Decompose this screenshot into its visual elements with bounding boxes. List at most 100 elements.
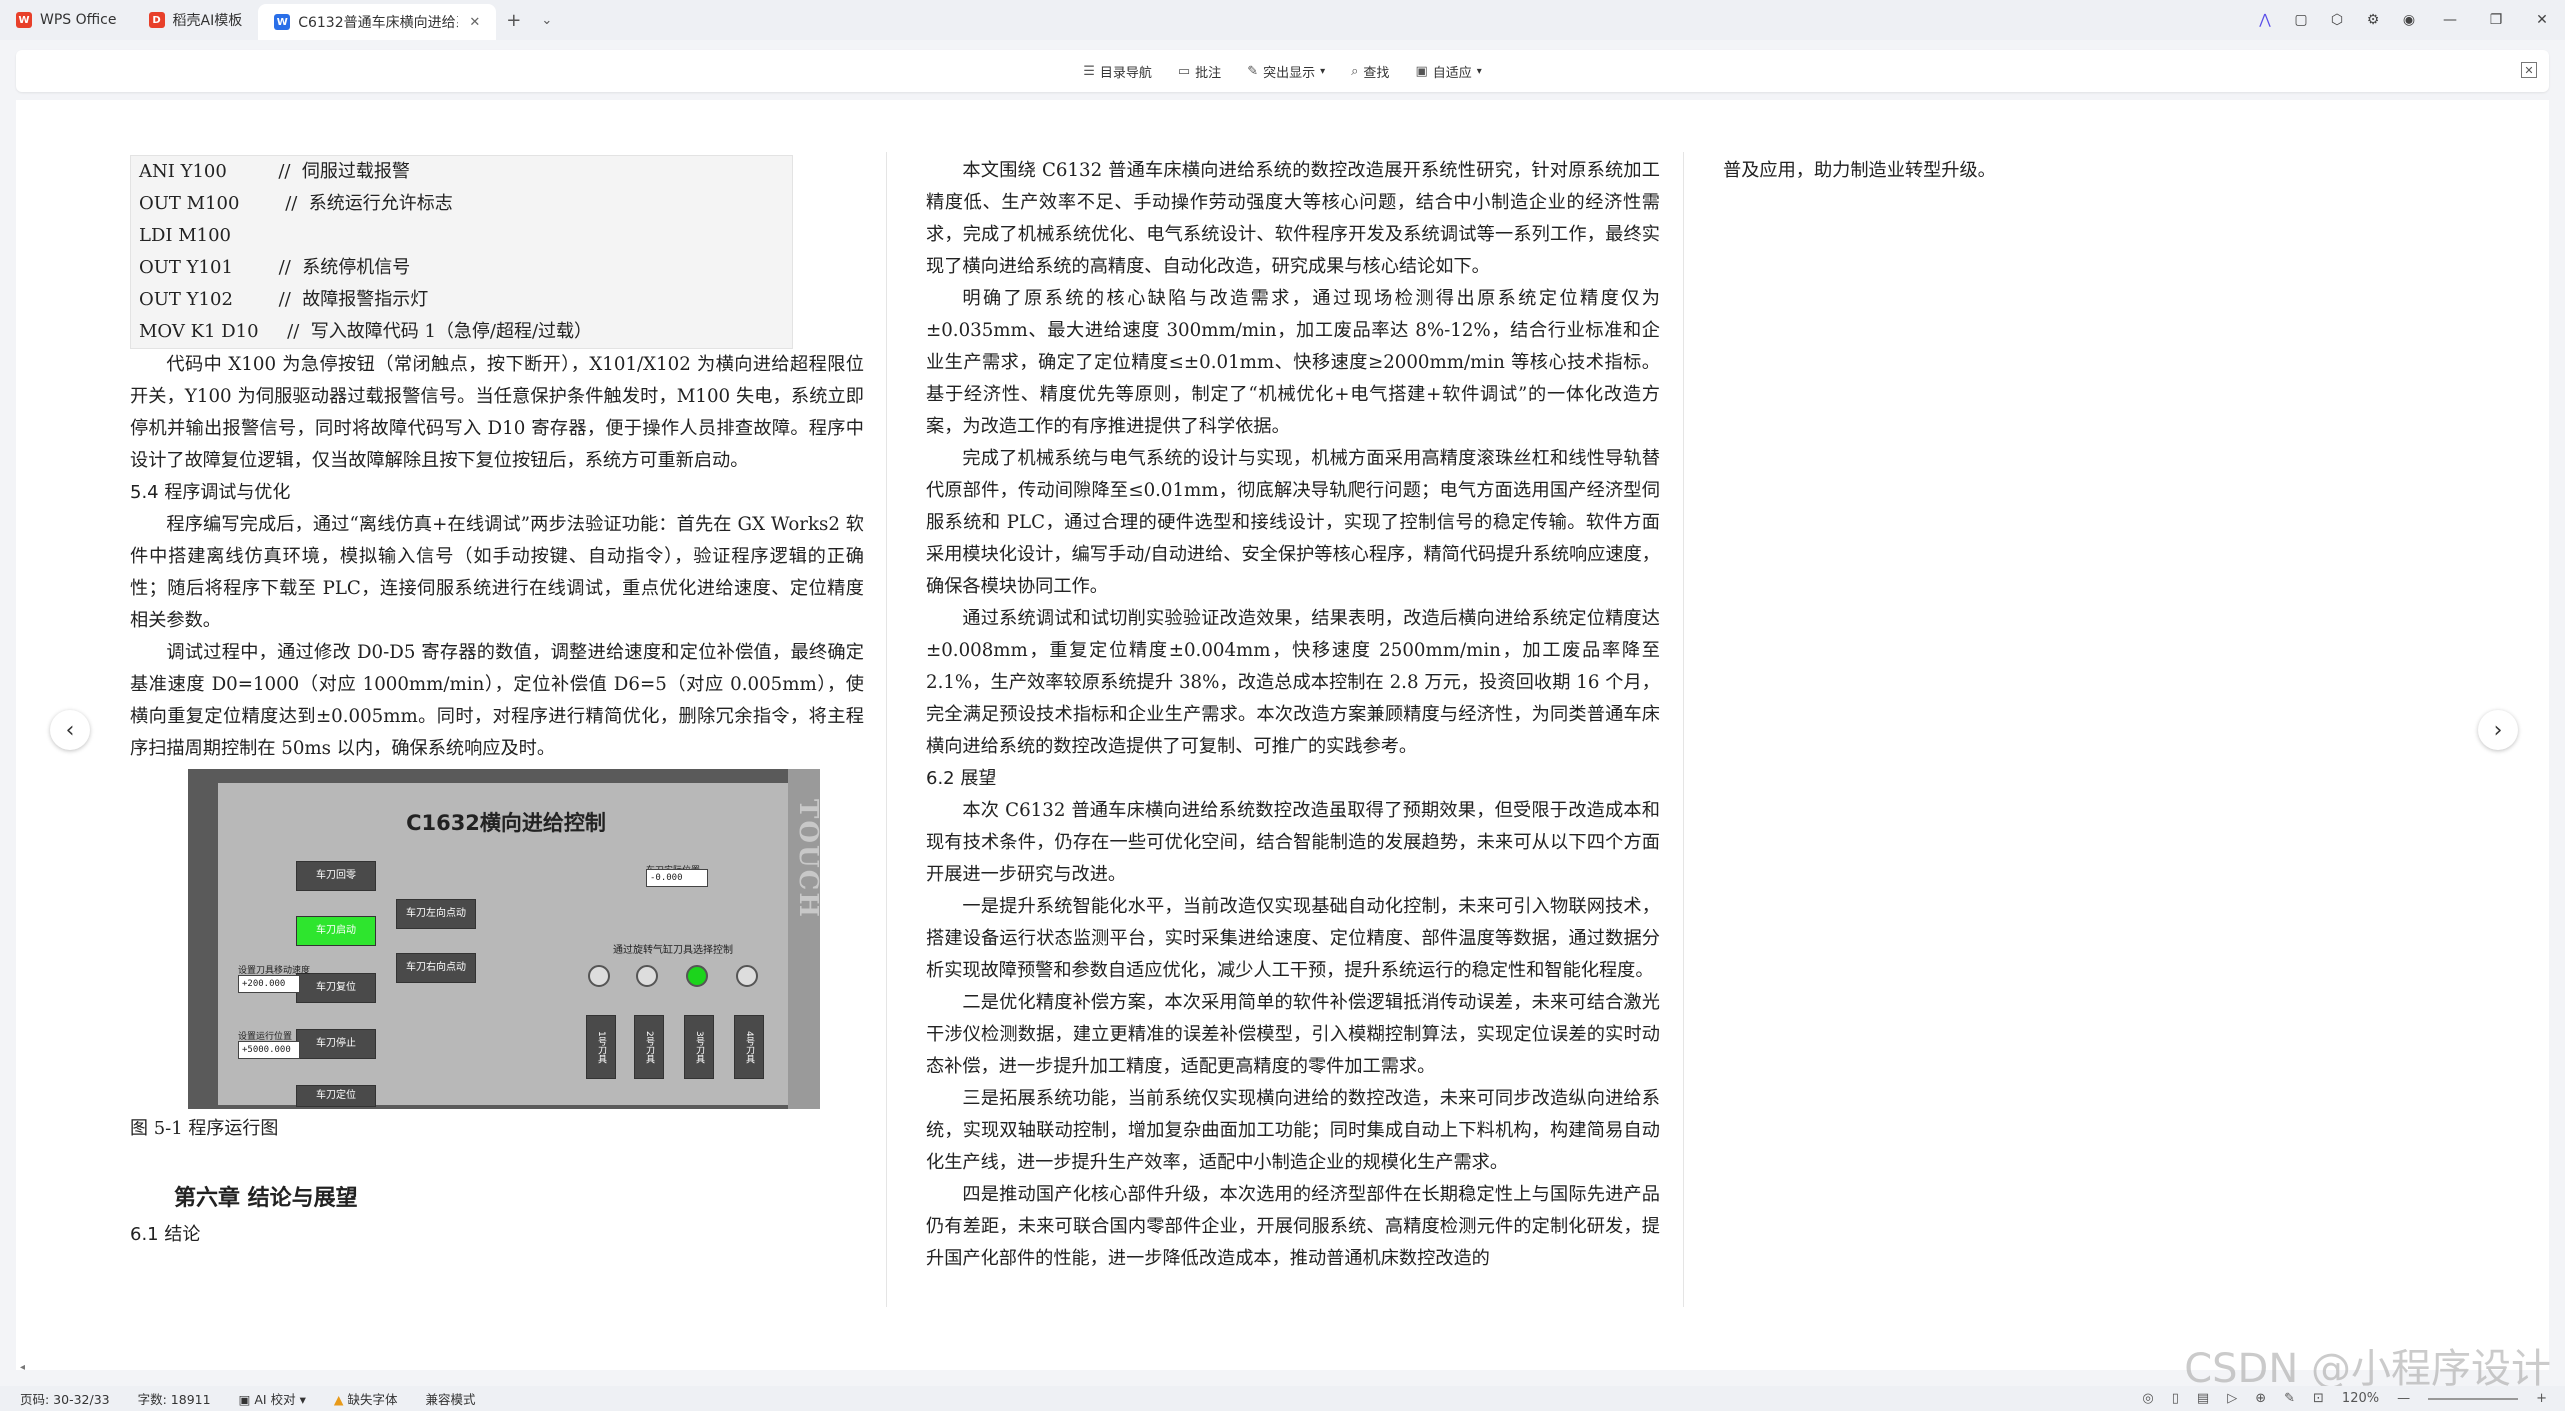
writer-logo-icon: W (274, 14, 291, 30)
avatar[interactable]: ◉ (2391, 0, 2427, 40)
close-window-button[interactable]: ✕ (2519, 0, 2565, 40)
hmi-screenshot-figure: C1632横向进给控制 车刀回零 车刀启动 车刀复位 车刀停止 车刀定位 车刀左… (188, 769, 823, 1109)
code-line: OUT Y102 // 故障报警指示灯 (139, 289, 429, 310)
code-line: LDI M100 (139, 225, 232, 246)
prev-page-button[interactable]: ‹ (50, 710, 90, 750)
missing-font-button[interactable]: ▲ 缺失字体 (334, 1389, 398, 1408)
outline-view-icon[interactable]: ▤ (2197, 1391, 2209, 1406)
fit-icon: ▣ (1415, 63, 1428, 79)
minimize-button[interactable]: — (2427, 0, 2473, 40)
tab-docer-ai[interactable]: D 稻壳AI模板 (133, 0, 259, 40)
tab-label: C6132普通车床横向进给系统 (298, 15, 458, 31)
tab-wps-office[interactable]: W WPS Office (0, 0, 133, 40)
maximize-button[interactable]: ❐ (2473, 0, 2519, 40)
layout-icon[interactable]: ▢ (2283, 0, 2319, 40)
proof-label: AI 校对 (254, 1392, 296, 1407)
tab-label: 稻壳AI模板 (172, 13, 243, 29)
hmi-tool-button: 1号刀具 (586, 1015, 616, 1079)
hmi-lamp-4 (736, 965, 758, 987)
eye-icon[interactable]: ◎ (2142, 1391, 2153, 1406)
paragraph: 本次 C6132 普通车床横向进给系统数控改造虽取得了预期效果，但受限于改造成本… (926, 800, 1660, 885)
comment-button[interactable]: ▭ 批注 (1178, 62, 1221, 81)
pen-icon[interactable]: ✎ (2284, 1391, 2295, 1406)
missing-font-label: 缺失字体 (347, 1392, 398, 1407)
next-page-button[interactable]: › (2478, 710, 2518, 750)
chevron-down-icon: ▾ (1476, 65, 1482, 77)
column-3: 普及应用，助力制造业转型升级。 (1723, 155, 2457, 187)
code-line: MOV K1 D10 // 写入故障代码 1（急停/超程/过载） (139, 321, 593, 342)
hmi-side-strip: TOUCH (788, 769, 823, 1109)
tab-document[interactable]: W C6132普通车床横向进给系统 ✕ (258, 4, 497, 40)
settings-icon[interactable]: ⚙ (2355, 0, 2391, 40)
search-icon: ⌕ (1351, 63, 1359, 79)
hmi-stop-button: 车刀停止 (296, 1029, 376, 1059)
page-view-icon[interactable]: ▯ (2172, 1391, 2179, 1406)
zoom-slider[interactable] (2428, 1397, 2519, 1400)
paragraph: 明确了原系统的核心缺陷与改造需求，通过现场检测得出原系统定位精度仅为±0.035… (926, 288, 1660, 437)
view-controls: ◎ ▯ ▤ ▷ ⊕ ✎ ⊡ 120% — + (2142, 1386, 2547, 1411)
hmi-panel: C1632横向进给控制 车刀回零 车刀启动 车刀复位 车刀停止 车刀定位 车刀左… (218, 783, 794, 1107)
hmi-lamp-1 (588, 965, 610, 987)
highlight-icon: ✎ (1247, 63, 1259, 79)
hmi-tool-button: 4号刀具 (734, 1015, 764, 1079)
tab-close-icon[interactable]: ✕ (469, 15, 480, 30)
fit-button[interactable]: ▣ 自适应 ▾ (1415, 62, 1481, 81)
paragraph: 完成了机械系统与电气系统的设计与实现，机械方面采用高精度滚珠丝杠和线性导轨替代原… (926, 448, 1660, 597)
hmi-start-button: 车刀启动 (296, 916, 376, 946)
chapter-heading: 第六章 结论与展望 (174, 1186, 358, 1211)
paragraph: 四是推动国产化核心部件升级，本次选用的经济型部件在长期稳定性上与国际先进产品仍有… (926, 1184, 1660, 1269)
hmi-title: C1632横向进给控制 (406, 811, 606, 835)
highlight-button[interactable]: ✎ 突出显示 ▾ (1247, 62, 1325, 81)
ai-proof-button[interactable]: ▣ AI 校对 ▾ (239, 1389, 306, 1408)
skin-icon[interactable]: ⬡ (2319, 0, 2355, 40)
code-line: ANI Y100 // 伺服过载报警 (139, 161, 410, 182)
column-divider (1683, 152, 1684, 1307)
toolbar-label: 目录导航 (1099, 65, 1152, 81)
window-controls: ⋀ ▢ ⬡ ⚙ ◉ — ❐ ✕ (2247, 0, 2565, 40)
zoom-in-button[interactable]: + (2536, 1391, 2547, 1406)
web-view-icon[interactable]: ⊕ (2255, 1391, 2266, 1406)
hmi-home-button: 车刀回零 (296, 861, 376, 891)
play-icon[interactable]: ▷ (2227, 1391, 2237, 1406)
scroll-left-icon[interactable]: ◂ (20, 1362, 25, 1373)
paragraph: 调试过程中，通过修改 D0-D5 寄存器的数值，调整进给速度和定位补偿值，最终确… (130, 642, 864, 759)
column-2: 本文围绕 C6132 普通车床横向进给系统的数控改造展开系统性研究，针对原系统加… (926, 155, 1660, 1275)
find-button[interactable]: ⌕ 查找 (1351, 62, 1389, 81)
title-bar: W WPS Office D 稻壳AI模板 W C6132普通车床横向进给系统 … (0, 0, 2565, 40)
paragraph: 通过系统调试和试切削实验验证改造效果，结果表明，改造后横向进给系统定位精度达±0… (926, 608, 1660, 757)
hmi-lamp-3 (686, 965, 708, 987)
new-tab-button[interactable]: + (496, 10, 531, 31)
zoom-fit-icon[interactable]: ⊡ (2313, 1391, 2324, 1406)
column-1: ANI Y100 // 伺服过载报警 OUT M100 // 系统运行允许标志 … (130, 155, 864, 1251)
close-reading-mode-icon[interactable]: ✕ (2521, 62, 2537, 78)
paragraph: 二是优化精度补偿方案，本次采用简单的软件补偿逻辑抵消传动误差，未来可结合激光干涉… (926, 992, 1660, 1077)
toolbar-label: 查找 (1363, 65, 1390, 81)
hmi-tool-button: 3号刀具 (684, 1015, 714, 1079)
ai-icon[interactable]: ⋀ (2247, 0, 2283, 40)
page-indicator[interactable]: 页码: 30-32/33 (20, 1389, 110, 1408)
chevron-left-icon: ‹ (65, 717, 75, 743)
compat-mode: 兼容模式 (425, 1392, 476, 1407)
docer-logo-icon: D (148, 12, 165, 28)
code-line: OUT M100 // 系统运行允许标志 (139, 193, 453, 214)
tab-list-dropdown[interactable]: ⌄ (531, 13, 562, 28)
hmi-position-value: -0.000 (646, 869, 708, 887)
paragraph: 三是拓展系统功能，当前系统仅实现横向进给的数控改造，未来可同步改造纵向进给系统，… (926, 1088, 1660, 1173)
code-block: ANI Y100 // 伺服过载报警 OUT M100 // 系统运行允许标志 … (130, 155, 793, 349)
document-page: ANI Y100 // 伺服过载报警 OUT M100 // 系统运行允许标志 … (16, 100, 2549, 1370)
hmi-speed-value: +200.000 (238, 975, 300, 993)
tab-label: WPS Office (40, 12, 117, 28)
word-count[interactable]: 字数: 18911 (138, 1389, 211, 1408)
section-heading: 6.1 结论 (130, 1224, 201, 1245)
zoom-level[interactable]: 120% (2342, 1391, 2379, 1406)
paragraph: 一是提升系统智能化水平，当前改造仅实现基础自动化控制，未来可引入物联网技术，搭建… (926, 896, 1660, 981)
warning-icon: ▲ (333, 1392, 348, 1407)
toc-nav-button[interactable]: ☰ 目录导航 (1083, 62, 1152, 81)
reading-toolbar: ☰ 目录导航 ▭ 批注 ✎ 突出显示 ▾ ⌕ 查找 ▣ 自适应 ▾ ✕ (16, 50, 2549, 92)
column-divider (886, 152, 887, 1307)
hmi-lamp-2 (636, 965, 658, 987)
hmi-side-text: TOUCH (793, 799, 823, 919)
chevron-right-icon: › (2493, 717, 2503, 743)
zoom-out-button[interactable]: — (2397, 1391, 2410, 1406)
chevron-down-icon: ▾ (1320, 65, 1326, 77)
